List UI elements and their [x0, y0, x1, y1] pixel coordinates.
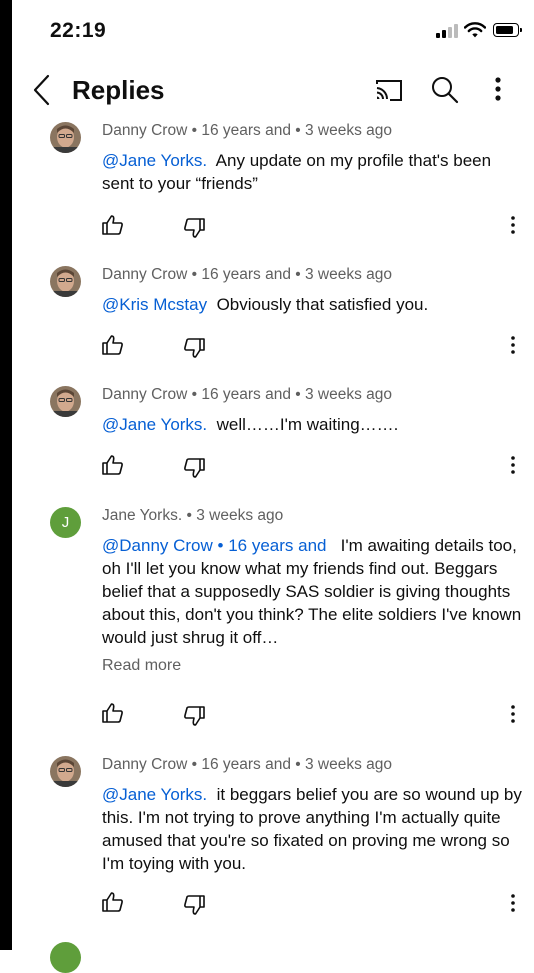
thumbs-up-icon [102, 335, 123, 355]
more-vertical-icon [495, 77, 501, 101]
comment-text: @Jane Yorks. it beggars belief you are s… [102, 783, 522, 875]
mention-link[interactable]: @Jane Yorks. [102, 415, 207, 434]
read-more-link[interactable]: Read more [102, 657, 181, 675]
cellular-signal-icon [436, 24, 458, 38]
comment-meta: Danny Crow • 16 years and • 3 weeks ago [102, 386, 393, 403]
comment-text: @Jane Yorks. well……I'm waiting……. [102, 413, 522, 436]
comment-item: Danny Crow • 16 years and • 3 weeks ago … [12, 266, 534, 361]
comment-item: J Jane Yorks. • 3 weeks ago @Danny Crow … [12, 507, 534, 727]
comment-meta: Danny Crow • 16 years and • 3 weeks ago [102, 756, 393, 773]
avatar[interactable] [50, 386, 81, 417]
more-vertical-icon [511, 894, 515, 912]
author-suffix: 16 years and [201, 756, 291, 773]
thumbs-down-icon [184, 895, 205, 915]
avatar[interactable] [50, 756, 81, 787]
thumbs-up-icon [102, 892, 123, 912]
mention-link[interactable]: @Jane Yorks. [102, 151, 207, 170]
comment-body: well……I'm waiting……. [216, 415, 399, 434]
comment-time: 3 weeks ago [305, 266, 393, 283]
like-button[interactable] [101, 701, 125, 725]
status-bar: 22:19 [12, 0, 534, 60]
app-header: Replies [12, 64, 534, 116]
author-suffix: 16 years and [201, 266, 291, 283]
comment-text: @Danny Crow • 16 years and I'm awaiting … [102, 534, 522, 649]
comment-item: Danny Crow • 16 years and • 3 weeks ago … [12, 756, 534, 921]
cast-button[interactable] [374, 76, 404, 104]
status-time: 22:19 [50, 19, 107, 42]
dislike-button[interactable] [182, 216, 206, 240]
like-button[interactable] [101, 453, 125, 477]
like-button[interactable] [101, 333, 125, 357]
comment-time: 3 weeks ago [305, 756, 393, 773]
author-name[interactable]: Danny Crow [102, 266, 187, 283]
comment-meta: Danny Crow • 16 years and • 3 weeks ago [102, 122, 393, 139]
comment-body: Obviously that satisfied you. [216, 295, 429, 314]
more-vertical-icon [511, 216, 515, 234]
dislike-button[interactable] [182, 336, 206, 360]
author-name[interactable]: Danny Crow [102, 386, 187, 403]
like-button[interactable] [101, 890, 125, 914]
thumbs-up-icon [102, 215, 123, 235]
comment-action-menu-button[interactable] [508, 703, 518, 725]
comment-time: 3 weeks ago [196, 507, 284, 524]
comment-text: @Kris Mcstay Obviously that satisfied yo… [102, 293, 522, 316]
dislike-button[interactable] [182, 456, 206, 480]
dislike-button[interactable] [182, 893, 206, 917]
comment-item: Danny Crow • 16 years and • 3 weeks ago … [12, 122, 534, 240]
more-vertical-icon [511, 456, 515, 474]
more-vertical-icon [511, 336, 515, 354]
thumbs-down-icon [184, 338, 205, 358]
thumbs-up-icon [102, 455, 123, 475]
comment-meta: Jane Yorks. • 3 weeks ago [102, 507, 284, 524]
back-button[interactable] [28, 72, 56, 108]
author-suffix: 16 years and [201, 122, 291, 139]
comment-action-menu-button[interactable] [508, 892, 518, 914]
mention-link[interactable]: @Danny Crow • 16 years and [102, 536, 326, 555]
avatar[interactable] [50, 942, 81, 973]
comment-time: 3 weeks ago [305, 122, 393, 139]
avatar[interactable] [50, 266, 81, 297]
wifi-icon [464, 21, 486, 39]
comment-action-menu-button[interactable] [508, 214, 518, 236]
page-title: Replies [72, 75, 165, 105]
thumbs-down-icon [184, 218, 205, 238]
thumbs-down-icon [184, 706, 205, 726]
comment-meta: Danny Crow • 16 years and • 3 weeks ago [102, 266, 393, 283]
battery-icon [493, 23, 522, 37]
author-name[interactable]: Jane Yorks. [102, 507, 182, 524]
avatar[interactable] [50, 122, 81, 153]
comment-action-menu-button[interactable] [508, 454, 518, 476]
cast-icon [376, 80, 402, 101]
mention-link[interactable]: @Jane Yorks. [102, 785, 207, 804]
search-icon [432, 77, 459, 104]
more-options-button[interactable] [490, 74, 506, 106]
search-button[interactable] [430, 75, 460, 105]
comment-item: Danny Crow • 16 years and • 3 weeks ago … [12, 386, 534, 481]
author-name[interactable]: Danny Crow [102, 122, 187, 139]
like-button[interactable] [101, 213, 125, 237]
author-name[interactable]: Danny Crow [102, 756, 187, 773]
dislike-button[interactable] [182, 704, 206, 728]
mention-link[interactable]: @Kris Mcstay [102, 295, 207, 314]
author-suffix: 16 years and [201, 386, 291, 403]
screen-edge [0, 0, 12, 950]
comment-action-menu-button[interactable] [508, 334, 518, 356]
thumbs-up-icon [102, 703, 123, 723]
comment-time: 3 weeks ago [305, 386, 393, 403]
avatar[interactable]: J [50, 507, 81, 538]
comment-text: @Jane Yorks. Any update on my profile th… [102, 149, 522, 195]
chevron-left-icon [33, 74, 50, 106]
thumbs-down-icon [184, 458, 205, 478]
more-vertical-icon [511, 705, 515, 723]
